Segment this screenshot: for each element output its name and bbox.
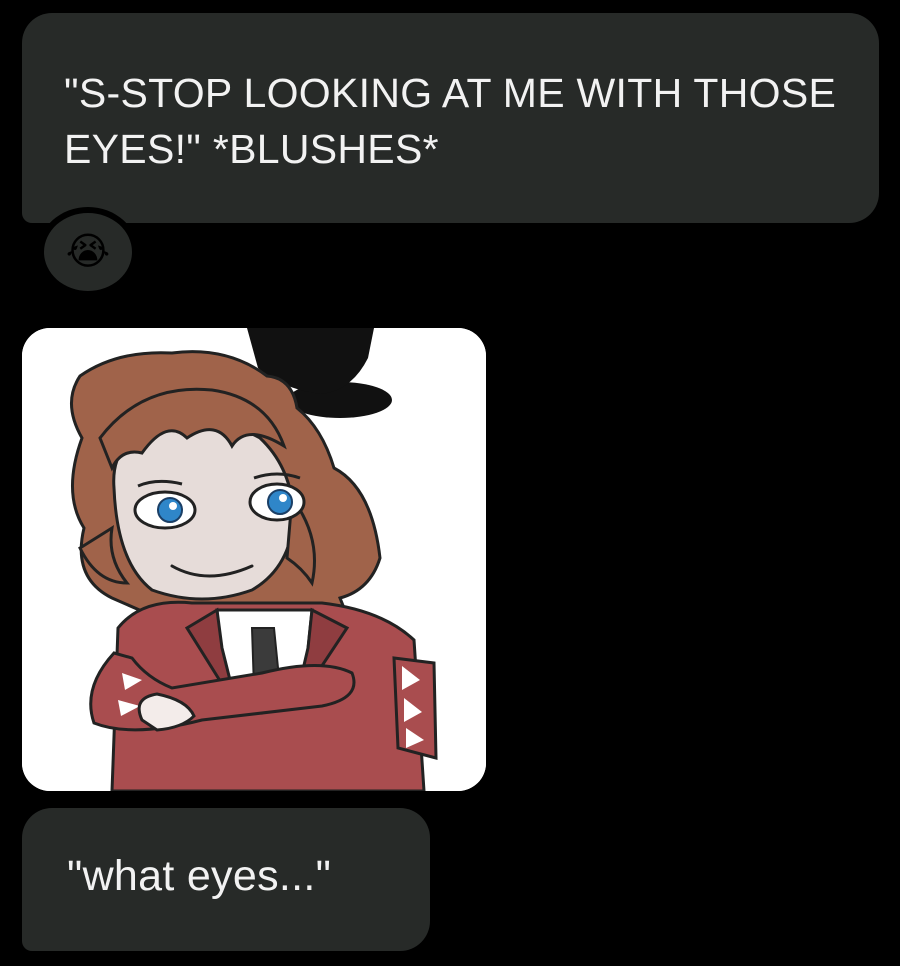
image-message[interactable]	[22, 328, 486, 791]
eye-icon	[133, 490, 197, 530]
message-bubble[interactable]: "what eyes..."	[22, 808, 430, 951]
reaction-badge[interactable]: 😭	[38, 207, 138, 297]
message-text: "S-STOP LOOKING AT ME WITH THOSE EYES!" …	[64, 70, 837, 172]
cartoon-character-image	[22, 328, 486, 791]
crying-face-icon: 😭	[65, 231, 111, 273]
eye-icon	[248, 482, 306, 522]
message-text: "what eyes..."	[67, 852, 332, 900]
message-bubble[interactable]: "S-STOP LOOKING AT ME WITH THOSE EYES!" …	[22, 13, 879, 223]
